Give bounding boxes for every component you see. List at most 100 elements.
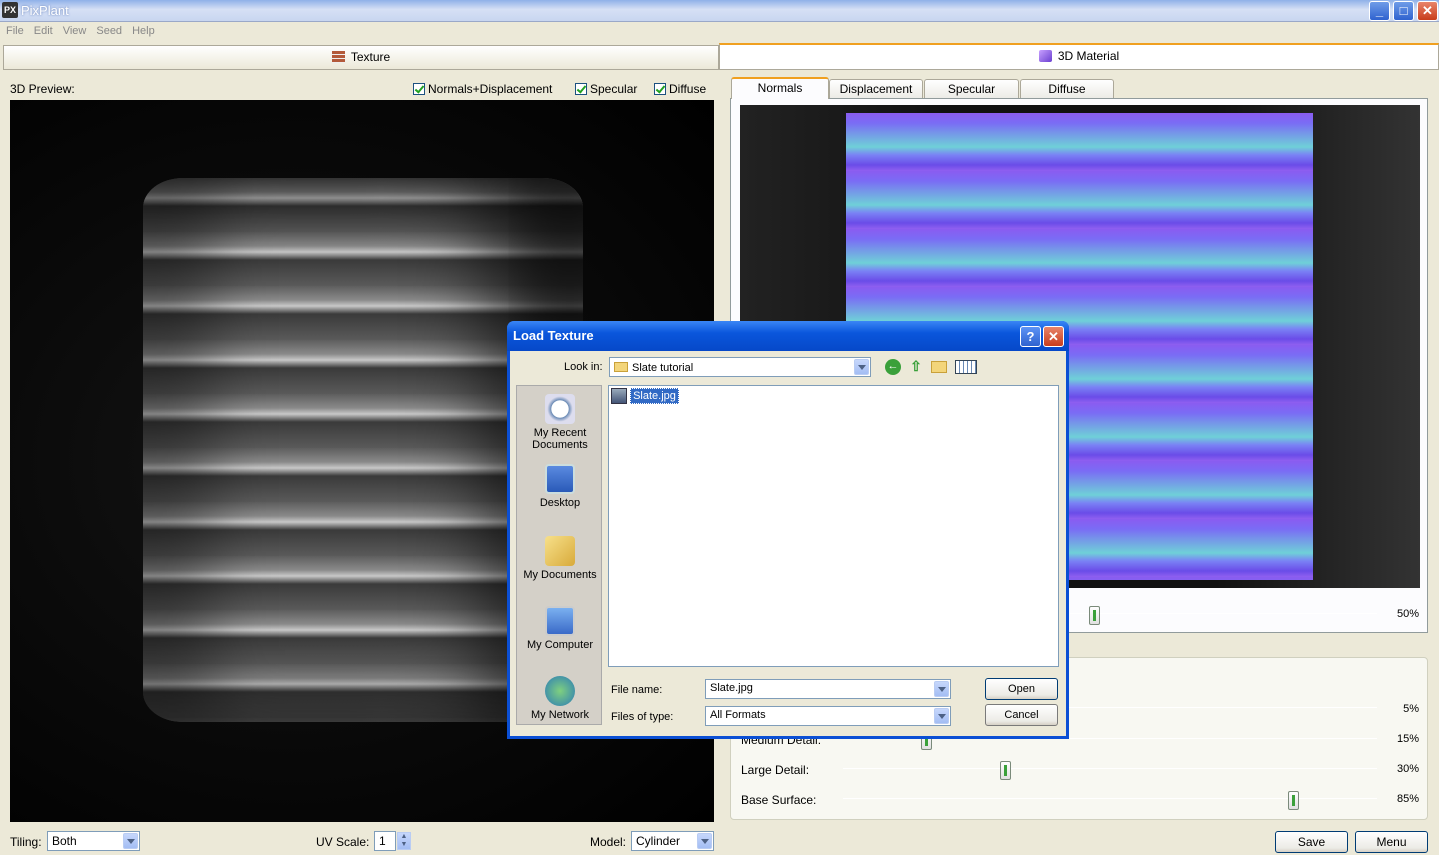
tab-3d-material[interactable]: 3D Material: [719, 43, 1439, 70]
base-surface-slider[interactable]: [843, 791, 1377, 810]
file-name-label: File name:: [611, 684, 663, 696]
desktop-icon: [545, 464, 575, 494]
specular-checkbox[interactable]: Specular: [575, 82, 637, 96]
checkmark-icon: [575, 83, 587, 95]
new-folder-icon[interactable]: [931, 361, 947, 373]
app-logo-icon: PX: [2, 2, 18, 18]
slider-thumb[interactable]: [1000, 761, 1011, 780]
computer-icon: [545, 606, 575, 636]
checkmark-icon: [654, 83, 666, 95]
map-strength-slider[interactable]: [1070, 606, 1377, 625]
tab-texture[interactable]: Texture: [3, 45, 719, 70]
normals-displacement-checkbox[interactable]: Normals+Displacement: [413, 82, 552, 96]
model-value: Cylinder: [636, 834, 681, 848]
diffuse-checkbox[interactable]: Diffuse: [654, 82, 706, 96]
uv-scale-label: UV Scale:: [316, 835, 370, 849]
minimize-button[interactable]: _: [1369, 1, 1390, 21]
image-file-icon: [611, 388, 627, 404]
tiling-label: Tiling:: [10, 835, 42, 849]
dialog-body: Look in: Slate tutorial ← ⇧ My Recent Do…: [510, 351, 1066, 736]
look-in-value: Slate tutorial: [632, 362, 694, 374]
slider-thumb[interactable]: [1089, 606, 1100, 625]
uv-scale-spinner[interactable]: ▲ ▼: [397, 832, 411, 850]
view-menu-icon[interactable]: [955, 360, 977, 374]
base-surface-label: Base Surface:: [741, 793, 817, 807]
clock-icon: [545, 394, 575, 424]
load-texture-dialog: Load Texture ? ✕ Look in: Slate tutorial…: [507, 321, 1069, 739]
save-button[interactable]: Save: [1275, 831, 1348, 853]
network-globe-icon: [545, 676, 575, 706]
base-surface-value: 85%: [1396, 793, 1419, 805]
model-label: Model:: [590, 835, 627, 849]
uv-scale-input[interactable]: 1: [374, 831, 396, 851]
maximize-button[interactable]: □: [1393, 1, 1414, 21]
menu-button[interactable]: Menu: [1355, 831, 1428, 853]
tab-displacement[interactable]: Displacement: [829, 79, 923, 98]
place-label: My Documents: [523, 569, 597, 581]
place-label: My Network: [530, 709, 590, 721]
tab-normals[interactable]: Normals: [731, 77, 829, 99]
menu-bar: File Edit View Seed Help: [0, 22, 1439, 42]
up-folder-icon[interactable]: ⇧: [908, 358, 924, 374]
dialog-title: Load Texture: [507, 321, 1069, 351]
uv-scale-value: 1: [379, 834, 386, 848]
app-title: PixPlant: [21, 3, 69, 18]
file-name: Slate.jpg: [630, 387, 679, 404]
places-bar: My Recent Documents Desktop My Documents…: [516, 385, 602, 725]
tiling-value: Both: [52, 834, 77, 848]
cancel-button[interactable]: Cancel: [985, 704, 1058, 726]
file-list[interactable]: Slate.jpg: [608, 385, 1059, 667]
large-detail-slider[interactable]: [843, 761, 1377, 780]
files-of-type-select[interactable]: All Formats: [705, 706, 951, 726]
open-button[interactable]: Open: [985, 678, 1058, 700]
place-my-computer[interactable]: My Computer: [517, 606, 603, 651]
files-of-type-label: Files of type:: [611, 711, 674, 723]
file-item[interactable]: Slate.jpg: [611, 387, 679, 404]
chevron-down-icon: [934, 681, 949, 697]
checkbox-label: Specular: [590, 82, 638, 96]
map-strength-value: 50%: [1396, 608, 1419, 620]
tab-specular[interactable]: Specular: [924, 79, 1019, 98]
dialog-close-button[interactable]: ✕: [1043, 326, 1064, 347]
folder-icon: [614, 362, 628, 372]
large-detail-value: 30%: [1396, 763, 1419, 775]
place-desktop[interactable]: Desktop: [517, 464, 603, 509]
file-name-input[interactable]: Slate.jpg: [705, 679, 951, 699]
menu-seed[interactable]: Seed: [91, 22, 127, 37]
help-button[interactable]: ?: [1020, 326, 1041, 347]
place-label: My Recent Documents: [532, 427, 588, 451]
place-label: Desktop: [539, 497, 581, 509]
chevron-down-icon: [854, 359, 869, 375]
cube-icon: [1038, 50, 1052, 62]
file-name-value: Slate.jpg: [710, 682, 753, 694]
chevron-down-icon: [934, 708, 949, 724]
large-detail-label: Large Detail:: [741, 763, 810, 777]
chevron-down-icon: [697, 833, 712, 849]
tab-3d-material-label: 3D Material: [1057, 49, 1120, 63]
fine-detail-value: 5%: [1403, 703, 1419, 715]
slider-thumb[interactable]: [1288, 791, 1299, 810]
menu-help[interactable]: Help: [127, 22, 160, 37]
files-of-type-value: All Formats: [710, 709, 766, 721]
place-label: My Computer: [526, 639, 594, 651]
chevron-down-icon: [123, 833, 138, 849]
look-in-select[interactable]: Slate tutorial: [609, 357, 871, 377]
back-icon[interactable]: ←: [885, 359, 901, 375]
title-bar: PX PixPlant _ □ ✕: [0, 0, 1439, 22]
medium-detail-value: 15%: [1396, 733, 1419, 745]
place-my-documents[interactable]: My Documents: [517, 536, 603, 581]
place-recent-documents[interactable]: My Recent Documents: [517, 394, 603, 451]
model-select[interactable]: Cylinder: [631, 831, 714, 851]
tiling-select[interactable]: Both: [47, 831, 140, 851]
preview-label: 3D Preview:: [10, 82, 75, 96]
menu-file[interactable]: File: [0, 22, 29, 37]
close-button[interactable]: ✕: [1417, 1, 1438, 21]
brick-icon: [331, 51, 345, 63]
place-my-network[interactable]: My Network: [517, 676, 603, 721]
tab-texture-label: Texture: [350, 50, 391, 64]
checkbox-label: Normals+Displacement: [428, 82, 553, 96]
menu-view[interactable]: View: [58, 22, 92, 37]
documents-folder-icon: [545, 536, 575, 566]
menu-edit[interactable]: Edit: [29, 22, 58, 37]
tab-diffuse[interactable]: Diffuse: [1020, 79, 1114, 98]
